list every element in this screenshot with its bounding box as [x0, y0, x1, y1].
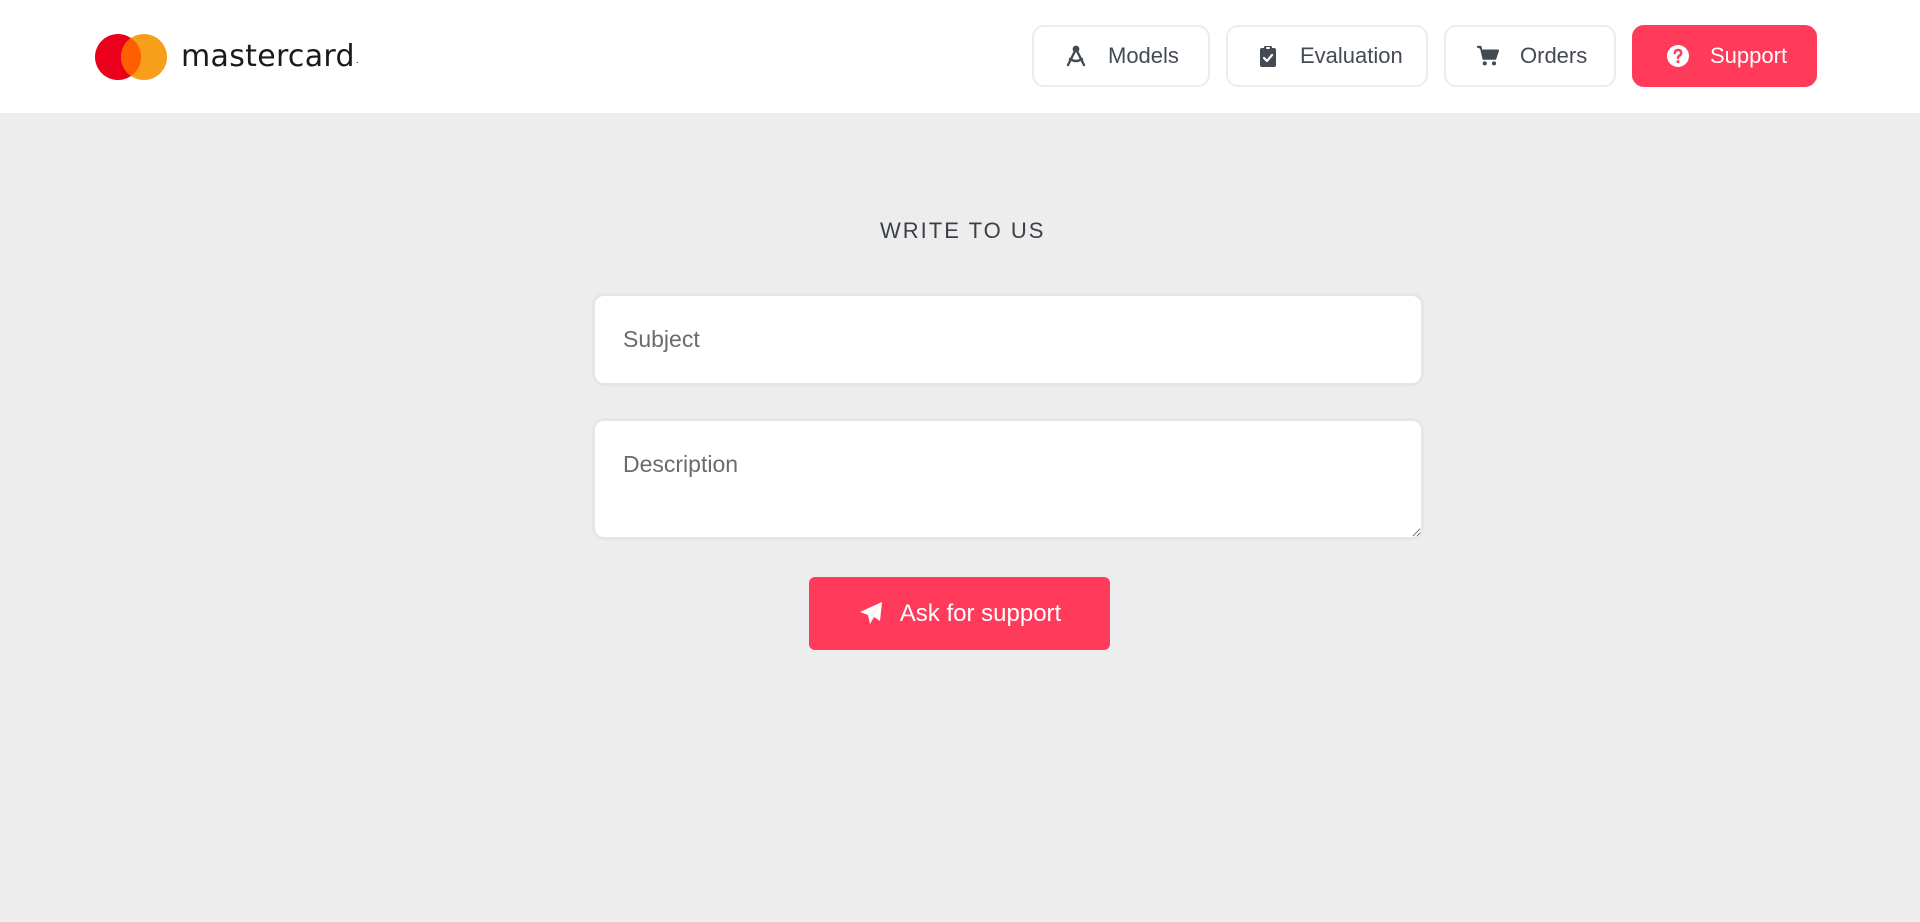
page-title: WRITE TO US	[880, 218, 1046, 243]
clipboard-check-icon	[1256, 44, 1280, 68]
mastercard-logo-mark	[95, 33, 167, 80]
logo-text: mastercard	[181, 39, 355, 74]
description-textarea[interactable]	[592, 418, 1424, 540]
nav-orders-button[interactable]: Orders	[1444, 25, 1616, 87]
nav-support-button[interactable]: Support	[1632, 25, 1817, 87]
paper-plane-icon	[858, 600, 886, 628]
subject-input[interactable]	[592, 293, 1424, 386]
cart-icon	[1476, 44, 1500, 68]
mastercard-logo[interactable]: mastercard .	[95, 33, 359, 80]
question-circle-icon	[1666, 44, 1690, 68]
ask-for-support-button[interactable]: Ask for support	[809, 577, 1110, 650]
ask-for-support-label: Ask for support	[899, 599, 1062, 627]
nav-models-label: Models	[1108, 43, 1179, 68]
nav-orders-label: Orders	[1520, 43, 1588, 68]
logo-dot: .	[355, 55, 359, 66]
nav-support-label: Support	[1710, 43, 1788, 68]
nav-evaluation-button[interactable]: Evaluation	[1226, 25, 1428, 87]
top-header: mastercard . Models Evaluation Orders Su…	[0, 0, 1920, 113]
compass-drafting-icon	[1064, 44, 1088, 68]
nav-evaluation-label: Evaluation	[1300, 43, 1403, 68]
nav-models-button[interactable]: Models	[1032, 25, 1210, 87]
